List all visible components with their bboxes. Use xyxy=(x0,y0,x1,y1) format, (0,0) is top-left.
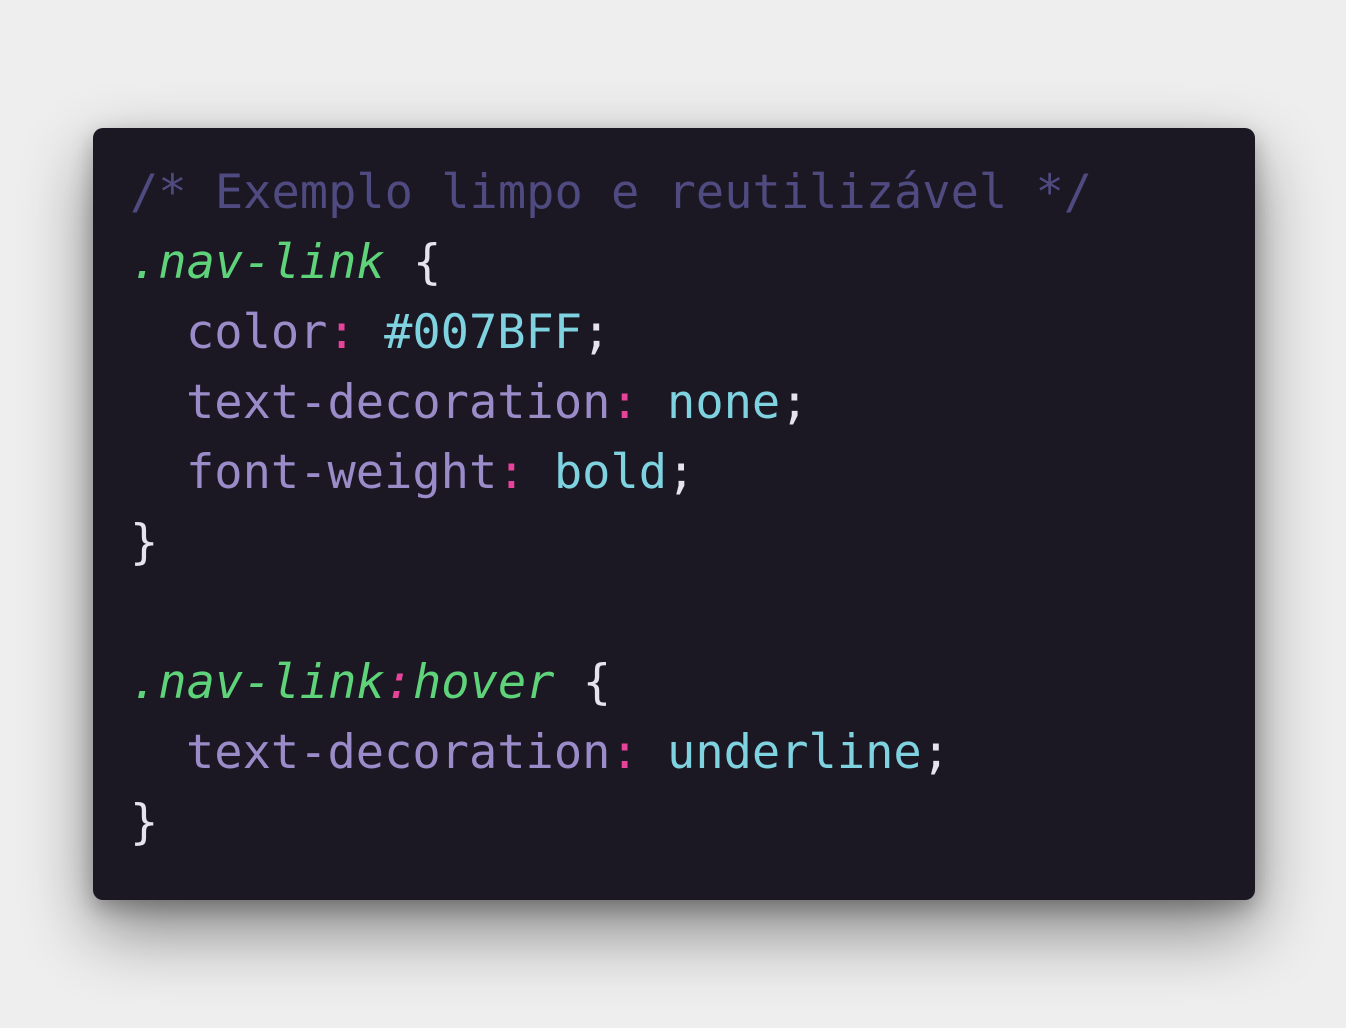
css-semicolon: ; xyxy=(667,445,696,500)
open-brace: { xyxy=(412,235,442,290)
css-colon: : xyxy=(610,725,639,780)
css-value: underline xyxy=(667,725,922,780)
css-property: text-decoration xyxy=(186,375,611,430)
css-colon: : xyxy=(327,305,356,360)
css-property: text-decoration xyxy=(186,725,611,780)
code-line-declaration: text-decoration: underline; xyxy=(130,718,1255,788)
css-colon: : xyxy=(610,375,639,430)
css-value: none xyxy=(667,375,781,430)
code-line-rule2-selector: .nav-link:hover { xyxy=(130,648,1255,718)
close-brace: } xyxy=(130,795,159,850)
css-pseudo-class: hover xyxy=(412,655,555,710)
css-colon: : xyxy=(497,445,526,500)
code-snippet-card: /* Exemplo limpo e reutilizável */ .nav-… xyxy=(93,128,1255,900)
css-value: #007BFF xyxy=(384,305,583,360)
code-line-rule1-selector: .nav-link { xyxy=(130,228,1255,298)
open-brace: { xyxy=(582,655,612,710)
css-semicolon: ; xyxy=(780,375,809,430)
code-line-declaration: color: #007BFF; xyxy=(130,298,1255,368)
css-selector: .nav-link xyxy=(130,235,385,290)
code-line-close-brace: } xyxy=(130,788,1255,858)
css-selector: .nav-link xyxy=(130,655,385,710)
code-line-declaration: font-weight: bold; xyxy=(130,438,1255,508)
css-property: color xyxy=(186,305,328,360)
css-comment: /* Exemplo limpo e reutilizável */ xyxy=(130,165,1093,220)
code-line-comment: /* Exemplo limpo e reutilizável */ xyxy=(130,158,1255,228)
code-line-declaration: text-decoration: none; xyxy=(130,368,1255,438)
css-semicolon: ; xyxy=(921,725,951,780)
code-line-close-brace: } xyxy=(130,508,1255,578)
css-semicolon: ; xyxy=(582,305,611,360)
css-property: font-weight xyxy=(186,445,498,500)
css-pseudo-colon: : xyxy=(384,655,413,710)
css-value: bold xyxy=(553,445,668,500)
close-brace: } xyxy=(130,515,159,570)
